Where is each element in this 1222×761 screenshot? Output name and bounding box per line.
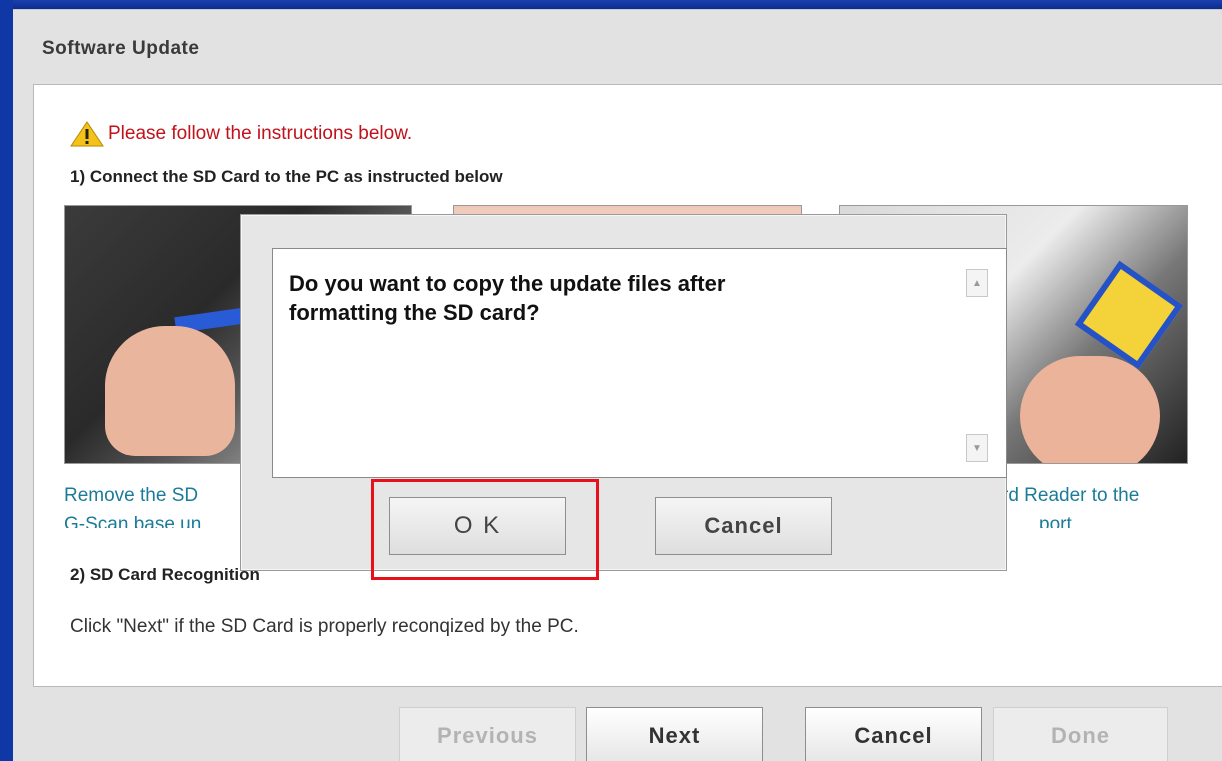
caption-left-line2: G-Scan base un [64, 514, 202, 528]
dialog-message-line1: Do you want to copy the update files aft… [289, 271, 726, 296]
hand-graphic [1020, 356, 1160, 463]
previous-button[interactable]: Previous [399, 707, 576, 761]
window-title: Software Update [42, 38, 200, 59]
dialog-message-box: Do you want to copy the update files aft… [272, 248, 1007, 478]
hand-graphic [105, 326, 235, 456]
scroll-down-icon[interactable]: ▼ [966, 434, 988, 462]
caption-right: rd Reader to the [1002, 485, 1140, 506]
scroll-up-icon[interactable]: ▲ [966, 269, 988, 297]
warning-row: Please follow the instructions below. [70, 121, 412, 147]
ok-highlight-box [371, 479, 599, 580]
step2-description: Click "Next" if the SD Card is properly … [70, 616, 579, 637]
dialog-cancel-button[interactable]: Cancel [655, 497, 832, 555]
step2-heading: 2) SD Card Recognition [70, 565, 260, 584]
done-button[interactable]: Done [993, 707, 1168, 761]
warning-icon [70, 121, 104, 147]
desktop-left-edge [0, 0, 13, 761]
sd-card-graphic [1074, 260, 1184, 370]
warning-text: Please follow the instructions below. [108, 123, 413, 144]
next-button[interactable]: Next [586, 707, 763, 761]
dialog-message: Do you want to copy the update files aft… [289, 269, 889, 327]
step1-heading: 1) Connect the SD Card to the PC as inst… [70, 167, 503, 186]
caption-right-line2: port [1039, 514, 1072, 528]
desktop-top-strip [0, 0, 1222, 9]
caption-left: Remove the SD [64, 485, 199, 506]
dialog-message-line2: formatting the SD card? [289, 300, 540, 325]
confirm-dialog: Do you want to copy the update files aft… [240, 214, 1007, 571]
cancel-button[interactable]: Cancel [805, 707, 982, 761]
